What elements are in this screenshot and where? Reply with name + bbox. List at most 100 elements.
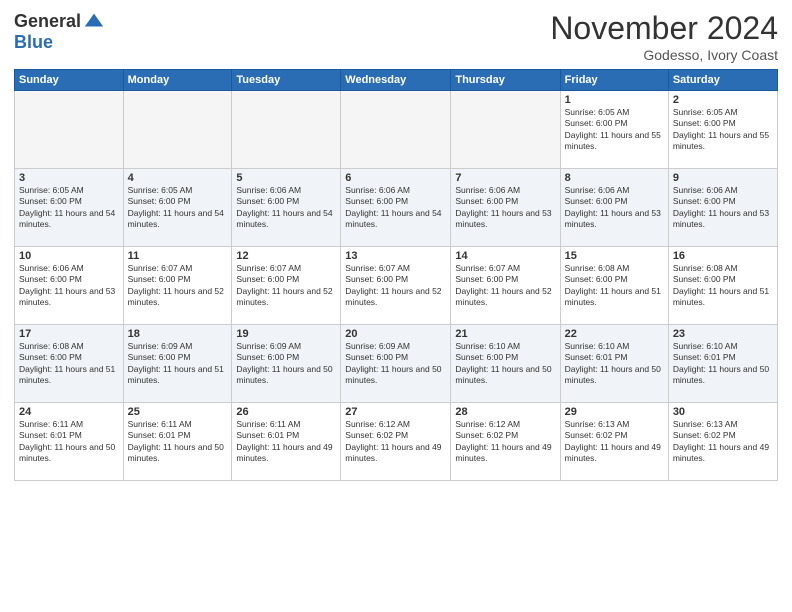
weekday-header-row: SundayMondayTuesdayWednesdayThursdayFrid… [15, 70, 778, 91]
day-cell: 5Sunrise: 6:06 AMSunset: 6:00 PMDaylight… [232, 169, 341, 247]
day-cell: 26Sunrise: 6:11 AMSunset: 6:01 PMDayligh… [232, 403, 341, 481]
day-cell [15, 91, 124, 169]
weekday-saturday: Saturday [668, 70, 777, 91]
day-number: 4 [128, 172, 228, 184]
weekday-sunday: Sunday [15, 70, 124, 91]
day-info: Sunrise: 6:05 AMSunset: 6:00 PMDaylight:… [128, 185, 228, 231]
day-info: Sunrise: 6:06 AMSunset: 6:00 PMDaylight:… [455, 185, 555, 231]
day-cell: 20Sunrise: 6:09 AMSunset: 6:00 PMDayligh… [341, 325, 451, 403]
day-number: 22 [565, 328, 664, 340]
day-cell: 27Sunrise: 6:12 AMSunset: 6:02 PMDayligh… [341, 403, 451, 481]
week-row-2: 3Sunrise: 6:05 AMSunset: 6:00 PMDaylight… [15, 169, 778, 247]
title-area: November 2024 Godesso, Ivory Coast [550, 10, 778, 63]
day-number: 25 [128, 406, 228, 418]
day-number: 29 [565, 406, 664, 418]
day-number: 23 [673, 328, 773, 340]
day-info: Sunrise: 6:05 AMSunset: 6:00 PMDaylight:… [673, 107, 773, 153]
day-number: 11 [128, 250, 228, 262]
day-number: 1 [565, 94, 664, 106]
day-number: 18 [128, 328, 228, 340]
day-cell: 9Sunrise: 6:06 AMSunset: 6:00 PMDaylight… [668, 169, 777, 247]
day-number: 16 [673, 250, 773, 262]
day-number: 12 [236, 250, 336, 262]
day-cell: 23Sunrise: 6:10 AMSunset: 6:01 PMDayligh… [668, 325, 777, 403]
day-cell [341, 91, 451, 169]
day-info: Sunrise: 6:11 AMSunset: 6:01 PMDaylight:… [128, 419, 228, 465]
day-info: Sunrise: 6:11 AMSunset: 6:01 PMDaylight:… [236, 419, 336, 465]
weekday-friday: Friday [560, 70, 668, 91]
day-cell [232, 91, 341, 169]
day-cell: 13Sunrise: 6:07 AMSunset: 6:00 PMDayligh… [341, 247, 451, 325]
day-cell: 21Sunrise: 6:10 AMSunset: 6:00 PMDayligh… [451, 325, 560, 403]
day-cell: 2Sunrise: 6:05 AMSunset: 6:00 PMDaylight… [668, 91, 777, 169]
day-cell: 15Sunrise: 6:08 AMSunset: 6:00 PMDayligh… [560, 247, 668, 325]
day-info: Sunrise: 6:08 AMSunset: 6:00 PMDaylight:… [673, 263, 773, 309]
day-cell: 24Sunrise: 6:11 AMSunset: 6:01 PMDayligh… [15, 403, 124, 481]
day-cell: 30Sunrise: 6:13 AMSunset: 6:02 PMDayligh… [668, 403, 777, 481]
month-title: November 2024 [550, 10, 778, 47]
day-info: Sunrise: 6:09 AMSunset: 6:00 PMDaylight:… [128, 341, 228, 387]
week-row-3: 10Sunrise: 6:06 AMSunset: 6:00 PMDayligh… [15, 247, 778, 325]
day-info: Sunrise: 6:06 AMSunset: 6:00 PMDaylight:… [236, 185, 336, 231]
day-info: Sunrise: 6:08 AMSunset: 6:00 PMDaylight:… [19, 341, 119, 387]
logo-general: General [14, 11, 81, 32]
day-info: Sunrise: 6:13 AMSunset: 6:02 PMDaylight:… [673, 419, 773, 465]
day-info: Sunrise: 6:06 AMSunset: 6:00 PMDaylight:… [673, 185, 773, 231]
day-number: 20 [345, 328, 446, 340]
day-info: Sunrise: 6:10 AMSunset: 6:00 PMDaylight:… [455, 341, 555, 387]
day-number: 17 [19, 328, 119, 340]
day-number: 9 [673, 172, 773, 184]
day-cell: 22Sunrise: 6:10 AMSunset: 6:01 PMDayligh… [560, 325, 668, 403]
logo-blue: Blue [14, 32, 53, 53]
day-number: 14 [455, 250, 555, 262]
day-number: 5 [236, 172, 336, 184]
day-cell: 7Sunrise: 6:06 AMSunset: 6:00 PMDaylight… [451, 169, 560, 247]
day-info: Sunrise: 6:05 AMSunset: 6:00 PMDaylight:… [19, 185, 119, 231]
day-number: 8 [565, 172, 664, 184]
day-info: Sunrise: 6:06 AMSunset: 6:00 PMDaylight:… [19, 263, 119, 309]
day-number: 26 [236, 406, 336, 418]
day-info: Sunrise: 6:07 AMSunset: 6:00 PMDaylight:… [345, 263, 446, 309]
week-row-1: 1Sunrise: 6:05 AMSunset: 6:00 PMDaylight… [15, 91, 778, 169]
day-info: Sunrise: 6:09 AMSunset: 6:00 PMDaylight:… [345, 341, 446, 387]
day-info: Sunrise: 6:10 AMSunset: 6:01 PMDaylight:… [673, 341, 773, 387]
weekday-monday: Monday [123, 70, 232, 91]
day-cell: 28Sunrise: 6:12 AMSunset: 6:02 PMDayligh… [451, 403, 560, 481]
header: General Blue November 2024 Godesso, Ivor… [14, 10, 778, 63]
day-cell: 10Sunrise: 6:06 AMSunset: 6:00 PMDayligh… [15, 247, 124, 325]
day-cell: 12Sunrise: 6:07 AMSunset: 6:00 PMDayligh… [232, 247, 341, 325]
day-number: 24 [19, 406, 119, 418]
logo: General [14, 10, 105, 32]
day-number: 13 [345, 250, 446, 262]
day-cell [123, 91, 232, 169]
day-info: Sunrise: 6:09 AMSunset: 6:00 PMDaylight:… [236, 341, 336, 387]
calendar: SundayMondayTuesdayWednesdayThursdayFrid… [14, 69, 778, 481]
day-cell: 19Sunrise: 6:09 AMSunset: 6:00 PMDayligh… [232, 325, 341, 403]
day-cell: 18Sunrise: 6:09 AMSunset: 6:00 PMDayligh… [123, 325, 232, 403]
day-cell: 1Sunrise: 6:05 AMSunset: 6:00 PMDaylight… [560, 91, 668, 169]
day-info: Sunrise: 6:06 AMSunset: 6:00 PMDaylight:… [565, 185, 664, 231]
day-number: 10 [19, 250, 119, 262]
logo-icon [83, 10, 105, 32]
day-info: Sunrise: 6:08 AMSunset: 6:00 PMDaylight:… [565, 263, 664, 309]
day-number: 30 [673, 406, 773, 418]
page: General Blue November 2024 Godesso, Ivor… [0, 0, 792, 612]
day-number: 19 [236, 328, 336, 340]
day-info: Sunrise: 6:12 AMSunset: 6:02 PMDaylight:… [345, 419, 446, 465]
day-number: 15 [565, 250, 664, 262]
day-info: Sunrise: 6:13 AMSunset: 6:02 PMDaylight:… [565, 419, 664, 465]
day-info: Sunrise: 6:05 AMSunset: 6:00 PMDaylight:… [565, 107, 664, 153]
day-number: 6 [345, 172, 446, 184]
day-cell: 16Sunrise: 6:08 AMSunset: 6:00 PMDayligh… [668, 247, 777, 325]
week-row-4: 17Sunrise: 6:08 AMSunset: 6:00 PMDayligh… [15, 325, 778, 403]
day-info: Sunrise: 6:10 AMSunset: 6:01 PMDaylight:… [565, 341, 664, 387]
day-cell: 11Sunrise: 6:07 AMSunset: 6:00 PMDayligh… [123, 247, 232, 325]
day-number: 2 [673, 94, 773, 106]
day-number: 7 [455, 172, 555, 184]
day-number: 21 [455, 328, 555, 340]
day-cell: 14Sunrise: 6:07 AMSunset: 6:00 PMDayligh… [451, 247, 560, 325]
day-info: Sunrise: 6:07 AMSunset: 6:00 PMDaylight:… [455, 263, 555, 309]
day-cell: 4Sunrise: 6:05 AMSunset: 6:00 PMDaylight… [123, 169, 232, 247]
location-title: Godesso, Ivory Coast [550, 47, 778, 63]
day-cell [451, 91, 560, 169]
